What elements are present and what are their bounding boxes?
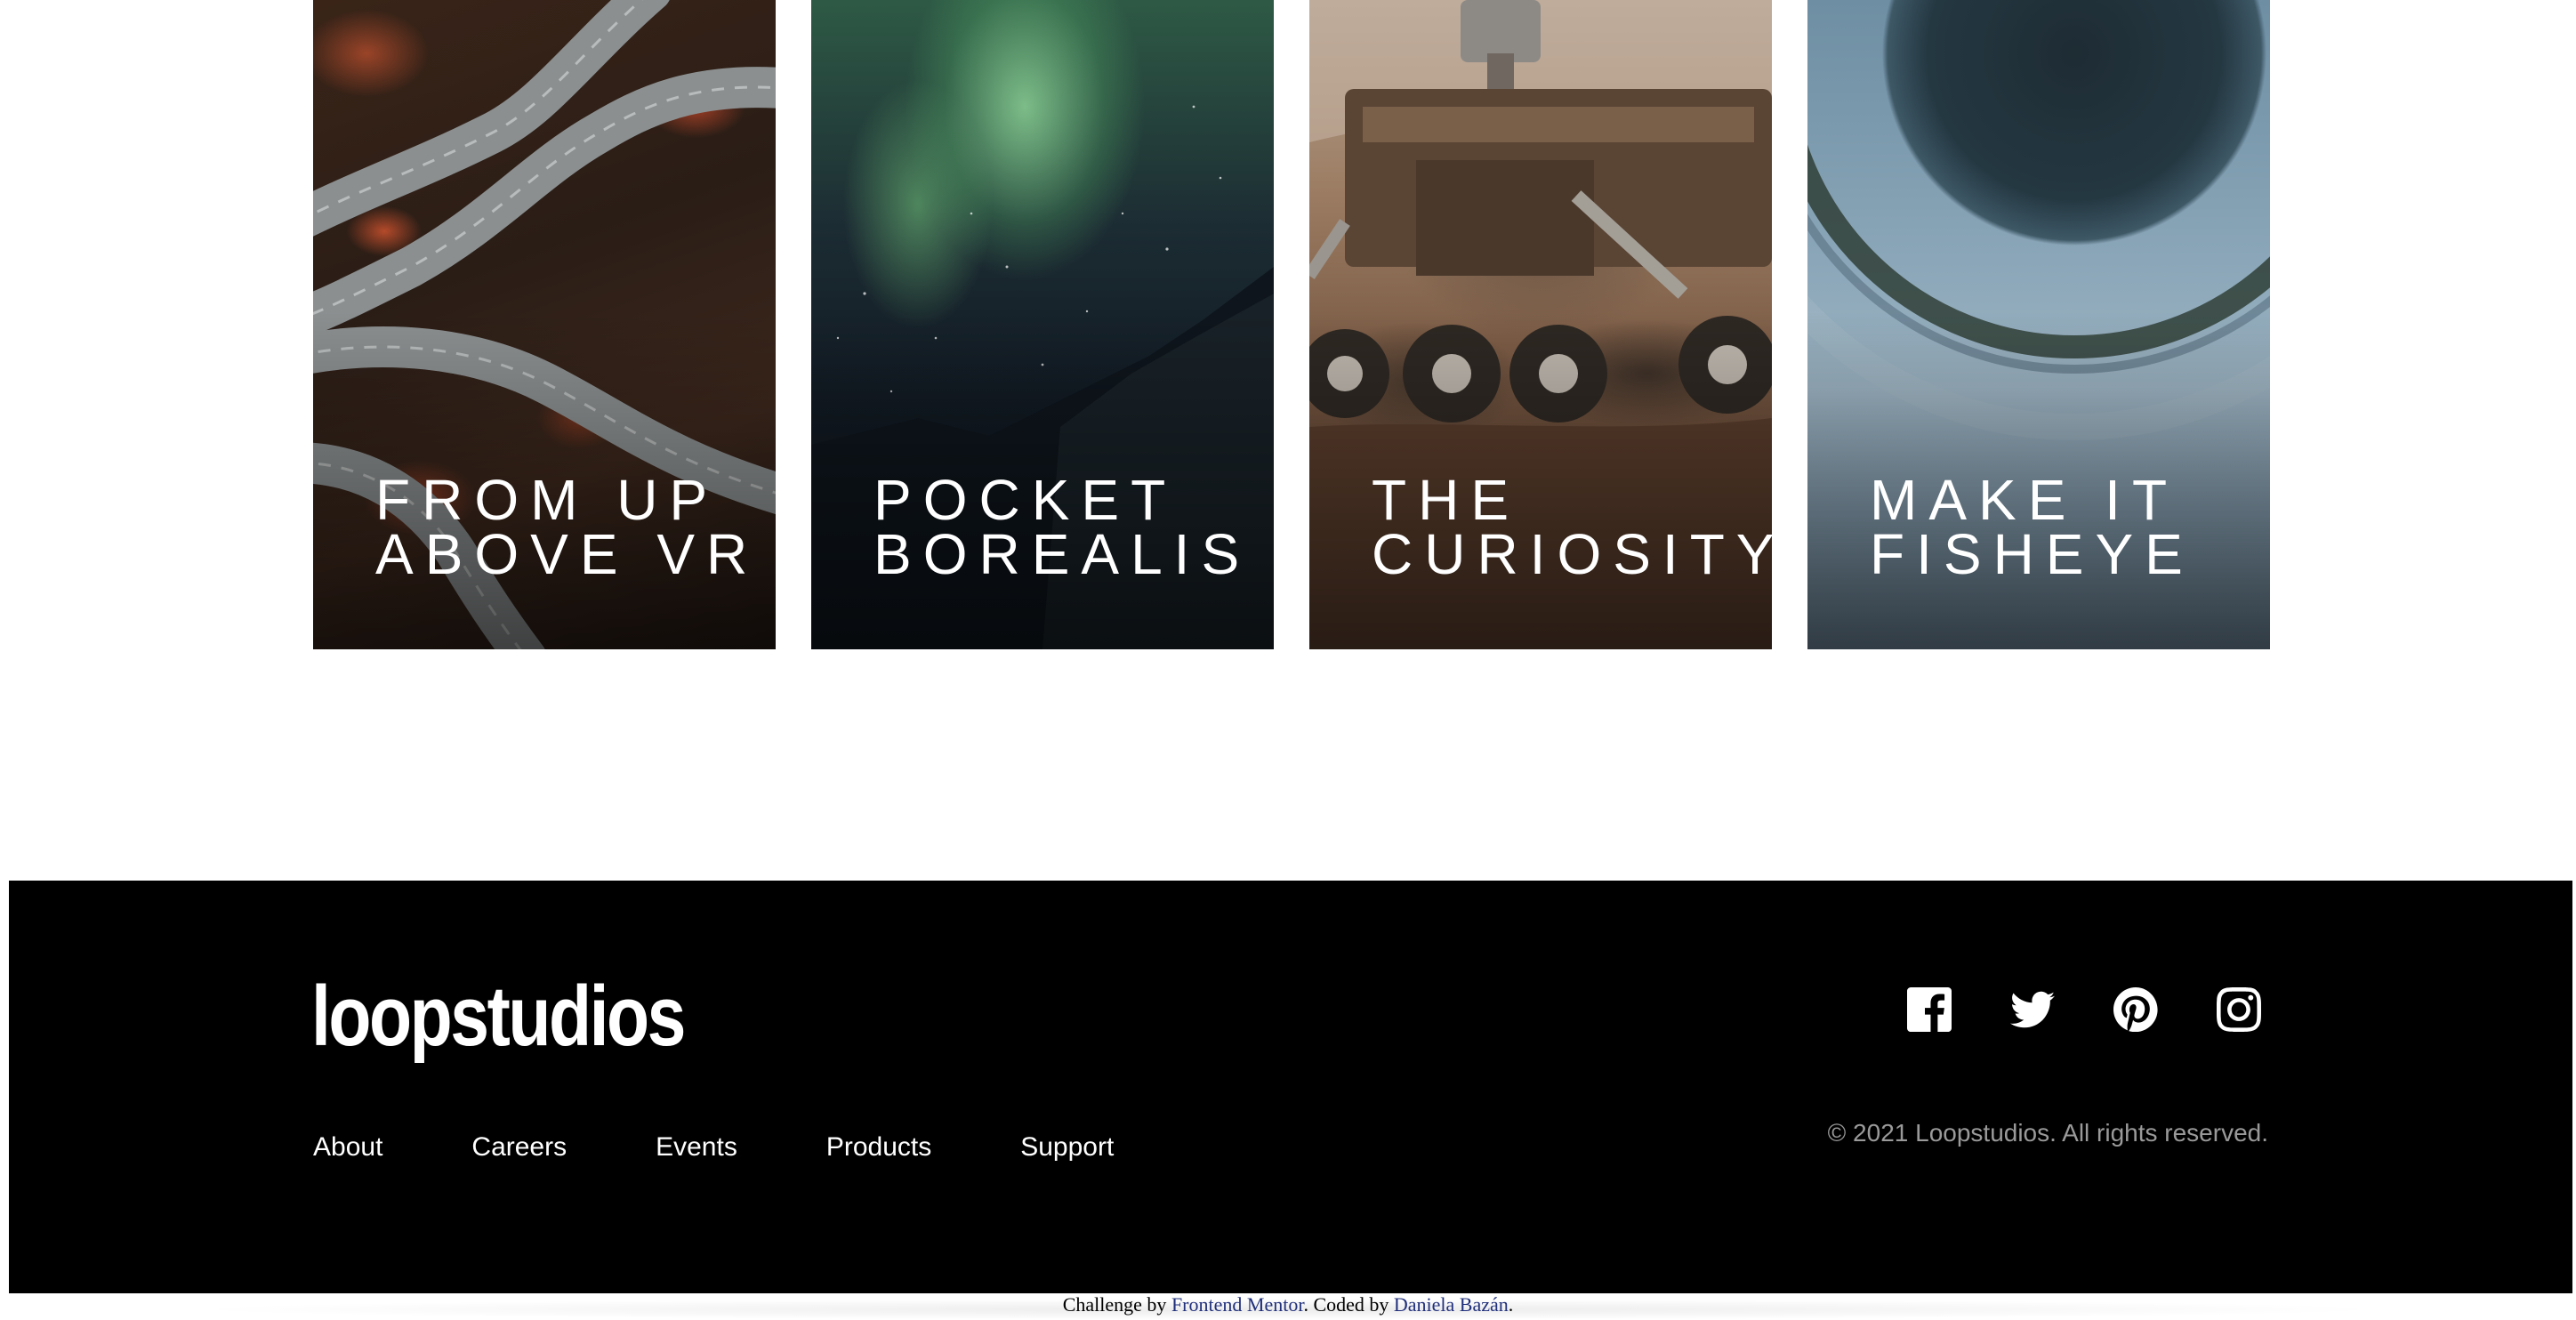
creation-title-line: THE: [1372, 468, 1520, 532]
twitter-icon[interactable]: [2008, 986, 2057, 1034]
attribution-prefix: Challenge by: [1062, 1293, 1171, 1316]
creation-card-make-it-fisheye[interactable]: MAKE IT FISHEYE: [1807, 0, 2270, 649]
pinterest-icon[interactable]: [2112, 986, 2160, 1034]
author-link[interactable]: Daniela Bazán: [1394, 1293, 1509, 1316]
footer-link-products[interactable]: Products: [826, 1131, 931, 1163]
creation-title: POCKET BOREALIS: [873, 468, 1252, 586]
footer-link-about[interactable]: About: [313, 1131, 382, 1163]
creation-title: MAKE IT FISHEYE: [1870, 468, 2194, 586]
page: FROM UP ABOVE VR POCKET BOREALIS THE CUR…: [0, 0, 2576, 1320]
footer-link-events[interactable]: Events: [656, 1131, 737, 1163]
footer-logo[interactable]: loopstudios: [311, 968, 686, 1066]
creation-title-line: POCKET: [873, 468, 1178, 532]
footer-nav: About Careers Events Products Support: [313, 1131, 1203, 1163]
creation-card-the-curiosity[interactable]: THE CURIOSITY: [1309, 0, 1772, 649]
creation-title: FROM UP ABOVE VR: [375, 468, 760, 586]
frontend-mentor-link[interactable]: Frontend Mentor: [1171, 1293, 1304, 1316]
copyright-text: © 2021 Loopstudios. All rights reserved.: [1827, 1119, 2268, 1147]
attribution-suffix: .: [1508, 1293, 1514, 1316]
creation-title-line: MAKE IT: [1870, 468, 2179, 532]
footer-link-careers[interactable]: Careers: [471, 1131, 567, 1163]
site-footer: loopstudios About Careers Events Product…: [9, 881, 2572, 1293]
creation-title-line: BOREALIS: [873, 522, 1252, 586]
creation-title-line: FROM UP: [375, 468, 720, 532]
facebook-icon[interactable]: [1905, 986, 1953, 1034]
attribution-middle: . Coded by: [1303, 1293, 1394, 1316]
creations-grid: FROM UP ABOVE VR POCKET BOREALIS THE CUR…: [0, 0, 2576, 649]
instagram-icon[interactable]: [2215, 986, 2263, 1034]
creation-title-line: FISHEYE: [1870, 522, 2194, 586]
creation-card-from-up-above-vr[interactable]: FROM UP ABOVE VR: [313, 0, 776, 649]
creation-title-line: ABOVE VR: [375, 522, 760, 586]
footer-link-support[interactable]: Support: [1020, 1131, 1114, 1163]
creation-title: THE CURIOSITY: [1372, 468, 1772, 586]
creation-title-line: CURIOSITY: [1372, 522, 1772, 586]
creation-card-pocket-borealis[interactable]: POCKET BOREALIS: [811, 0, 1274, 649]
attribution: Challenge by Frontend Mentor. Coded by D…: [0, 1290, 2576, 1320]
